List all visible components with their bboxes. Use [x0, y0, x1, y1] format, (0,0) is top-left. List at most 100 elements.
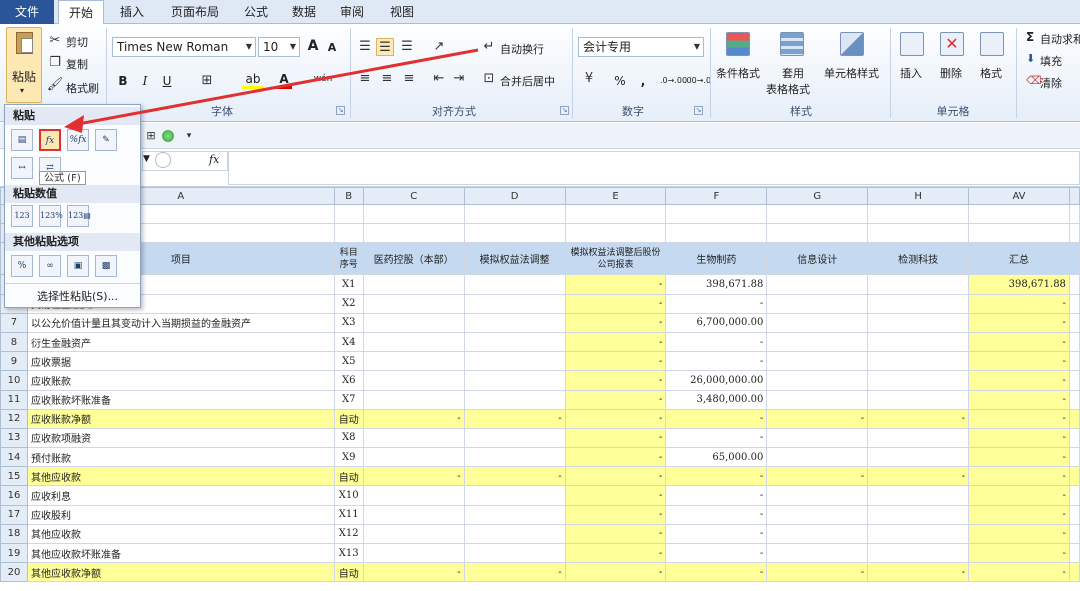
cell-code[interactable]: X9 — [333, 447, 364, 468]
cell-code[interactable]: X13 — [333, 542, 364, 564]
cell-c[interactable]: - — [362, 466, 465, 487]
percent-button[interactable]: % — [612, 72, 628, 90]
paste-formulas-icon[interactable]: fx — [39, 129, 61, 151]
paste-picture-icon[interactable]: ▣ — [67, 255, 89, 277]
cell[interactable] — [1068, 293, 1080, 314]
cell-item[interactable]: 其他应收款 — [26, 466, 335, 487]
cell-g[interactable]: - — [766, 562, 869, 583]
header-cell-e[interactable]: 模拟权益法调整后股份公司报表 — [564, 242, 667, 276]
cell-f[interactable]: - — [665, 331, 768, 353]
cell-g[interactable] — [766, 523, 869, 545]
cell-h[interactable] — [867, 351, 970, 372]
dialog-launcher-icon[interactable]: ↘ — [560, 106, 569, 115]
cell-item[interactable]: 应收款项融资 — [26, 427, 335, 449]
cell-h[interactable] — [867, 427, 970, 449]
cell[interactable] — [333, 203, 364, 225]
cell-g[interactable] — [766, 293, 869, 314]
row-header[interactable]: 7 — [0, 312, 28, 333]
delete-cells-button[interactable]: 删除 — [940, 65, 962, 81]
copy-button[interactable]: 复制 — [66, 56, 88, 72]
row-header[interactable]: 19 — [0, 542, 28, 564]
cell[interactable] — [564, 223, 667, 244]
header-cell-d[interactable]: 模拟权益法调整 — [463, 242, 566, 276]
cell-h[interactable]: - — [867, 562, 970, 583]
cell-av[interactable]: - — [968, 331, 1070, 353]
cell-item[interactable]: 预付账款 — [26, 447, 335, 468]
cell-g[interactable] — [766, 274, 869, 295]
cell[interactable] — [1068, 523, 1080, 545]
row-header[interactable]: 17 — [0, 504, 28, 525]
cell-h[interactable] — [867, 389, 970, 410]
tab-data[interactable]: 数据 — [282, 0, 326, 24]
keep-source-formatting-icon[interactable]: ✎ — [95, 129, 117, 151]
cell-f[interactable]: 3,480,000.00 — [665, 389, 768, 410]
header-cell-c[interactable]: 医药控股（本部） — [362, 242, 465, 276]
header-cell-f[interactable]: 生物制药 — [665, 242, 768, 276]
tab-formulas[interactable]: 公式 — [236, 0, 276, 24]
cell-code[interactable]: X12 — [333, 523, 364, 545]
cell[interactable] — [1068, 542, 1080, 564]
cell-d[interactable] — [463, 523, 566, 545]
align-bottom-icon[interactable]: ☰ — [398, 38, 416, 56]
row-header[interactable]: 9 — [0, 351, 28, 372]
cell-d[interactable] — [463, 504, 566, 525]
row-header[interactable]: 18 — [0, 523, 28, 545]
paste-formatting-icon[interactable]: % — [11, 255, 33, 277]
cell-h[interactable] — [867, 504, 970, 525]
cell[interactable] — [1068, 504, 1080, 525]
cell-h[interactable] — [867, 485, 970, 506]
align-right-icon[interactable]: ≡ — [400, 70, 418, 88]
paste-icon[interactable]: ▤ — [11, 129, 33, 151]
cell-av[interactable]: - — [968, 466, 1070, 487]
font-color-button[interactable]: A — [276, 72, 292, 89]
cell-av[interactable]: - — [968, 504, 1070, 525]
decrease-indent-icon[interactable]: ⇤ — [430, 70, 448, 88]
paste-button[interactable]: 粘贴 ▾ — [6, 27, 42, 103]
border-icon[interactable]: ⊞ — [198, 72, 216, 90]
fill-color-button[interactable]: ab — [242, 72, 264, 89]
cell-g[interactable]: - — [766, 466, 869, 487]
cell-item[interactable]: 其他应收款净额 — [26, 562, 335, 583]
cell-f[interactable]: 26,000,000.00 — [665, 370, 768, 391]
cell-item[interactable]: 应收账款净额 — [26, 408, 335, 429]
cell-f[interactable]: - — [665, 351, 768, 372]
increase-decimal-button[interactable]: .0→.00 — [660, 72, 687, 90]
cell-f[interactable]: 65,000.00 — [665, 447, 768, 468]
cell-g[interactable]: - — [766, 408, 869, 429]
no-borders-icon[interactable]: ↔ — [11, 157, 33, 179]
cell-f[interactable]: - — [665, 504, 768, 525]
tab-home[interactable]: 开始 — [58, 0, 104, 25]
paste-formulas-number-format-icon[interactable]: %fx — [67, 129, 89, 151]
column-header[interactable]: H — [867, 187, 970, 205]
insert-cells-button[interactable]: 插入 — [900, 65, 922, 81]
cell[interactable] — [766, 203, 869, 225]
column-header[interactable]: D — [463, 187, 566, 205]
cell-c[interactable] — [362, 293, 465, 314]
cell-g[interactable] — [766, 370, 869, 391]
worksheet-grid[interactable]: A B C D E F G H AV 项目 科目序号 医药控股（本部） 模拟权益… — [0, 187, 1080, 591]
cancel-icon[interactable] — [155, 152, 171, 168]
row-header[interactable]: 16 — [0, 485, 28, 506]
cell-av[interactable]: - — [968, 542, 1070, 564]
table-format-button[interactable]: 表格格式 — [766, 81, 810, 97]
cell[interactable] — [1068, 312, 1080, 333]
format-painter-button[interactable]: 格式刷 — [66, 80, 99, 96]
merge-center-button[interactable]: 合并后居中 — [500, 73, 555, 89]
align-center-icon[interactable]: ≡ — [378, 70, 396, 88]
cell-d[interactable] — [463, 293, 566, 314]
cell-av[interactable]: - — [968, 312, 1070, 333]
cell-av[interactable]: - — [968, 408, 1070, 429]
paste-values-icon[interactable]: 123 — [11, 205, 33, 227]
green-circle-icon[interactable] — [162, 130, 174, 142]
cell-f[interactable]: - — [665, 427, 768, 449]
column-header[interactable]: B — [333, 187, 364, 205]
cell-code[interactable]: X2 — [333, 293, 364, 314]
cell[interactable] — [1068, 203, 1080, 225]
cell-d[interactable] — [463, 331, 566, 353]
italic-button[interactable]: I — [136, 72, 154, 90]
cell-f[interactable]: - — [665, 485, 768, 506]
cell[interactable] — [333, 223, 364, 244]
cell-av[interactable]: - — [968, 351, 1070, 372]
cell-d[interactable] — [463, 427, 566, 449]
cell-d[interactable] — [463, 542, 566, 564]
